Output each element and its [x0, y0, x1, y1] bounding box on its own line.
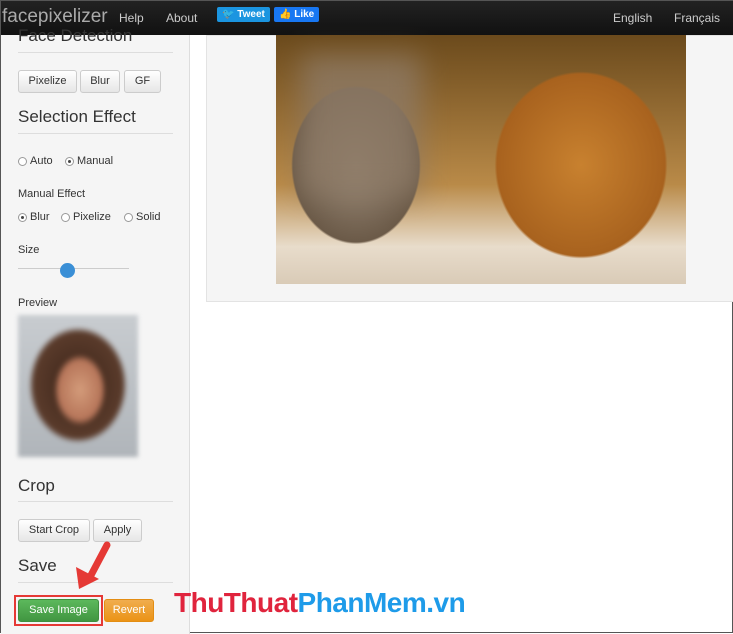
pixelize-button[interactable]: Pixelize: [18, 70, 77, 93]
manual-effect-label: Manual Effect: [18, 188, 86, 200]
save-image-button[interactable]: Save Image: [18, 599, 99, 622]
watermark: ThuThuatPhanMem.vn: [174, 587, 466, 618]
crop-heading: Crop: [18, 476, 55, 495]
selection-effect-heading: Selection Effect: [18, 107, 136, 126]
tweet-button[interactable]: 🐦 Tweet: [217, 7, 270, 22]
face-detection-heading: Face Detection: [18, 26, 133, 45]
nav-help[interactable]: Help: [119, 11, 144, 25]
blur-button[interactable]: Blur: [80, 70, 120, 93]
save-heading: Save: [18, 556, 57, 575]
arrow-annotation-icon: [76, 541, 111, 589]
size-label: Size: [18, 244, 40, 256]
gf-button[interactable]: GF: [124, 70, 161, 93]
divider: [18, 133, 173, 134]
divider: [18, 501, 173, 502]
radio-solid[interactable]: Solid: [124, 211, 160, 223]
radio-blur[interactable]: Blur: [18, 211, 50, 223]
radio-auto[interactable]: Auto: [18, 155, 53, 167]
preview-label: Preview: [18, 297, 58, 309]
lang-francais[interactable]: Français: [674, 11, 720, 25]
preview-image: [18, 315, 138, 457]
nav-about[interactable]: About: [166, 11, 197, 25]
like-button[interactable]: 👍 Like: [274, 7, 320, 22]
size-slider-thumb[interactable]: [60, 263, 76, 278]
blurred-face-region: [301, 55, 421, 195]
radio-manual[interactable]: Manual: [65, 155, 113, 167]
radio-pixelize[interactable]: Pixelize: [61, 211, 111, 223]
lang-english[interactable]: English: [613, 11, 652, 25]
revert-button[interactable]: Revert: [104, 599, 154, 622]
edited-photo[interactable]: [276, 35, 686, 284]
thumbs-up-icon: 👍: [279, 9, 292, 20]
brand-logo[interactable]: facepixelizer: [2, 6, 108, 28]
divider: [18, 52, 173, 53]
